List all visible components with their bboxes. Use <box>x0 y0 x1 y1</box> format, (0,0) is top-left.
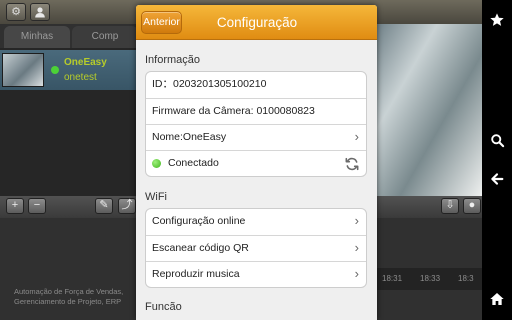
chevron-right-icon: › <box>354 129 359 144</box>
wifi-group: Configuração online › Escanear código QR… <box>145 208 367 288</box>
star-icon[interactable] <box>482 12 512 33</box>
device-id-row: ID：0203201305100210 <box>146 72 366 98</box>
timeline-tick: 18:3 <box>458 274 474 283</box>
section-label-info: Informação <box>145 54 201 66</box>
download-icon[interactable]: ⇩ <box>441 198 459 214</box>
wifi-online-config-item[interactable]: Configuração online › <box>146 209 366 235</box>
wifi-item-label: Configuração online <box>152 215 246 227</box>
dialog-title: Configuração <box>216 15 298 30</box>
info-group: ID：0203201305100210 Firmware da Câmera: … <box>145 71 367 177</box>
home-icon[interactable] <box>482 291 512 312</box>
search-icon[interactable] <box>482 133 512 153</box>
chevron-right-icon: › <box>354 240 359 255</box>
wifi-play-music-item[interactable]: Reproduzir musica › <box>146 261 366 287</box>
camera-name-text: Nome:OneEasy <box>152 131 227 143</box>
dialog-header: Anterior Configuração <box>136 5 377 40</box>
wifi-item-label: Escanear código QR <box>152 242 249 254</box>
add-icon[interactable]: + <box>6 198 24 214</box>
system-nav-bar <box>482 0 512 320</box>
firmware-row: Firmware da Câmera: 0100080823 <box>146 98 366 124</box>
chevron-right-icon: › <box>354 266 359 281</box>
back-button[interactable]: Anterior <box>141 11 182 34</box>
camera-name: OneEasy <box>64 57 107 68</box>
wrench-icon[interactable]: ✎ <box>95 198 113 214</box>
section-label-wifi: WiFi <box>145 191 167 203</box>
back-arrow-icon[interactable] <box>482 171 512 192</box>
connection-status-text: Conectado <box>168 157 219 169</box>
device-id-text: ID：0203201305100210 <box>152 78 267 90</box>
camera-tabs: Minhas Comp <box>0 26 140 48</box>
timeline-tick: 18:31 <box>382 274 403 283</box>
wifi-item-label: Reproduzir musica <box>152 268 240 280</box>
chevron-right-icon: › <box>354 213 359 228</box>
camera-thumbnail <box>2 53 44 87</box>
online-status-icon <box>51 66 59 74</box>
remove-icon[interactable]: − <box>28 198 46 214</box>
playback-timeline[interactable]: 18:31 18:33 18:3 <box>376 268 482 290</box>
firmware-text: Firmware da Câmera: 0100080823 <box>152 105 315 117</box>
refresh-icon[interactable] <box>344 156 360 172</box>
user-icon[interactable] <box>30 3 50 21</box>
share-icon[interactable]: ⤴ <box>118 198 136 214</box>
camera-name-row[interactable]: Nome:OneEasy › <box>146 124 366 150</box>
wifi-scan-qr-item[interactable]: Escanear código QR › <box>146 235 366 261</box>
camera-subtitle: onetest <box>64 72 97 83</box>
tab-compartilhadas[interactable]: Comp <box>72 26 138 48</box>
video-preview <box>376 24 482 196</box>
gear-icon[interactable]: ⚙ <box>6 3 26 21</box>
record-icon[interactable]: ● <box>463 198 481 214</box>
status-dot-icon <box>152 159 161 168</box>
connection-status-row: Conectado <box>146 150 366 176</box>
section-label-function: Funcão <box>145 301 182 313</box>
configuration-dialog: Anterior Configuração Informação ID：0203… <box>136 5 377 320</box>
tab-minhas[interactable]: Minhas <box>4 26 70 48</box>
camera-list: OneEasy onetest <box>0 48 140 198</box>
camera-list-item[interactable]: OneEasy onetest <box>0 50 140 90</box>
timeline-tick: 18:33 <box>420 274 441 283</box>
footer-ad-text: Automação de Força de Vendas, Gerenciame… <box>14 287 124 306</box>
